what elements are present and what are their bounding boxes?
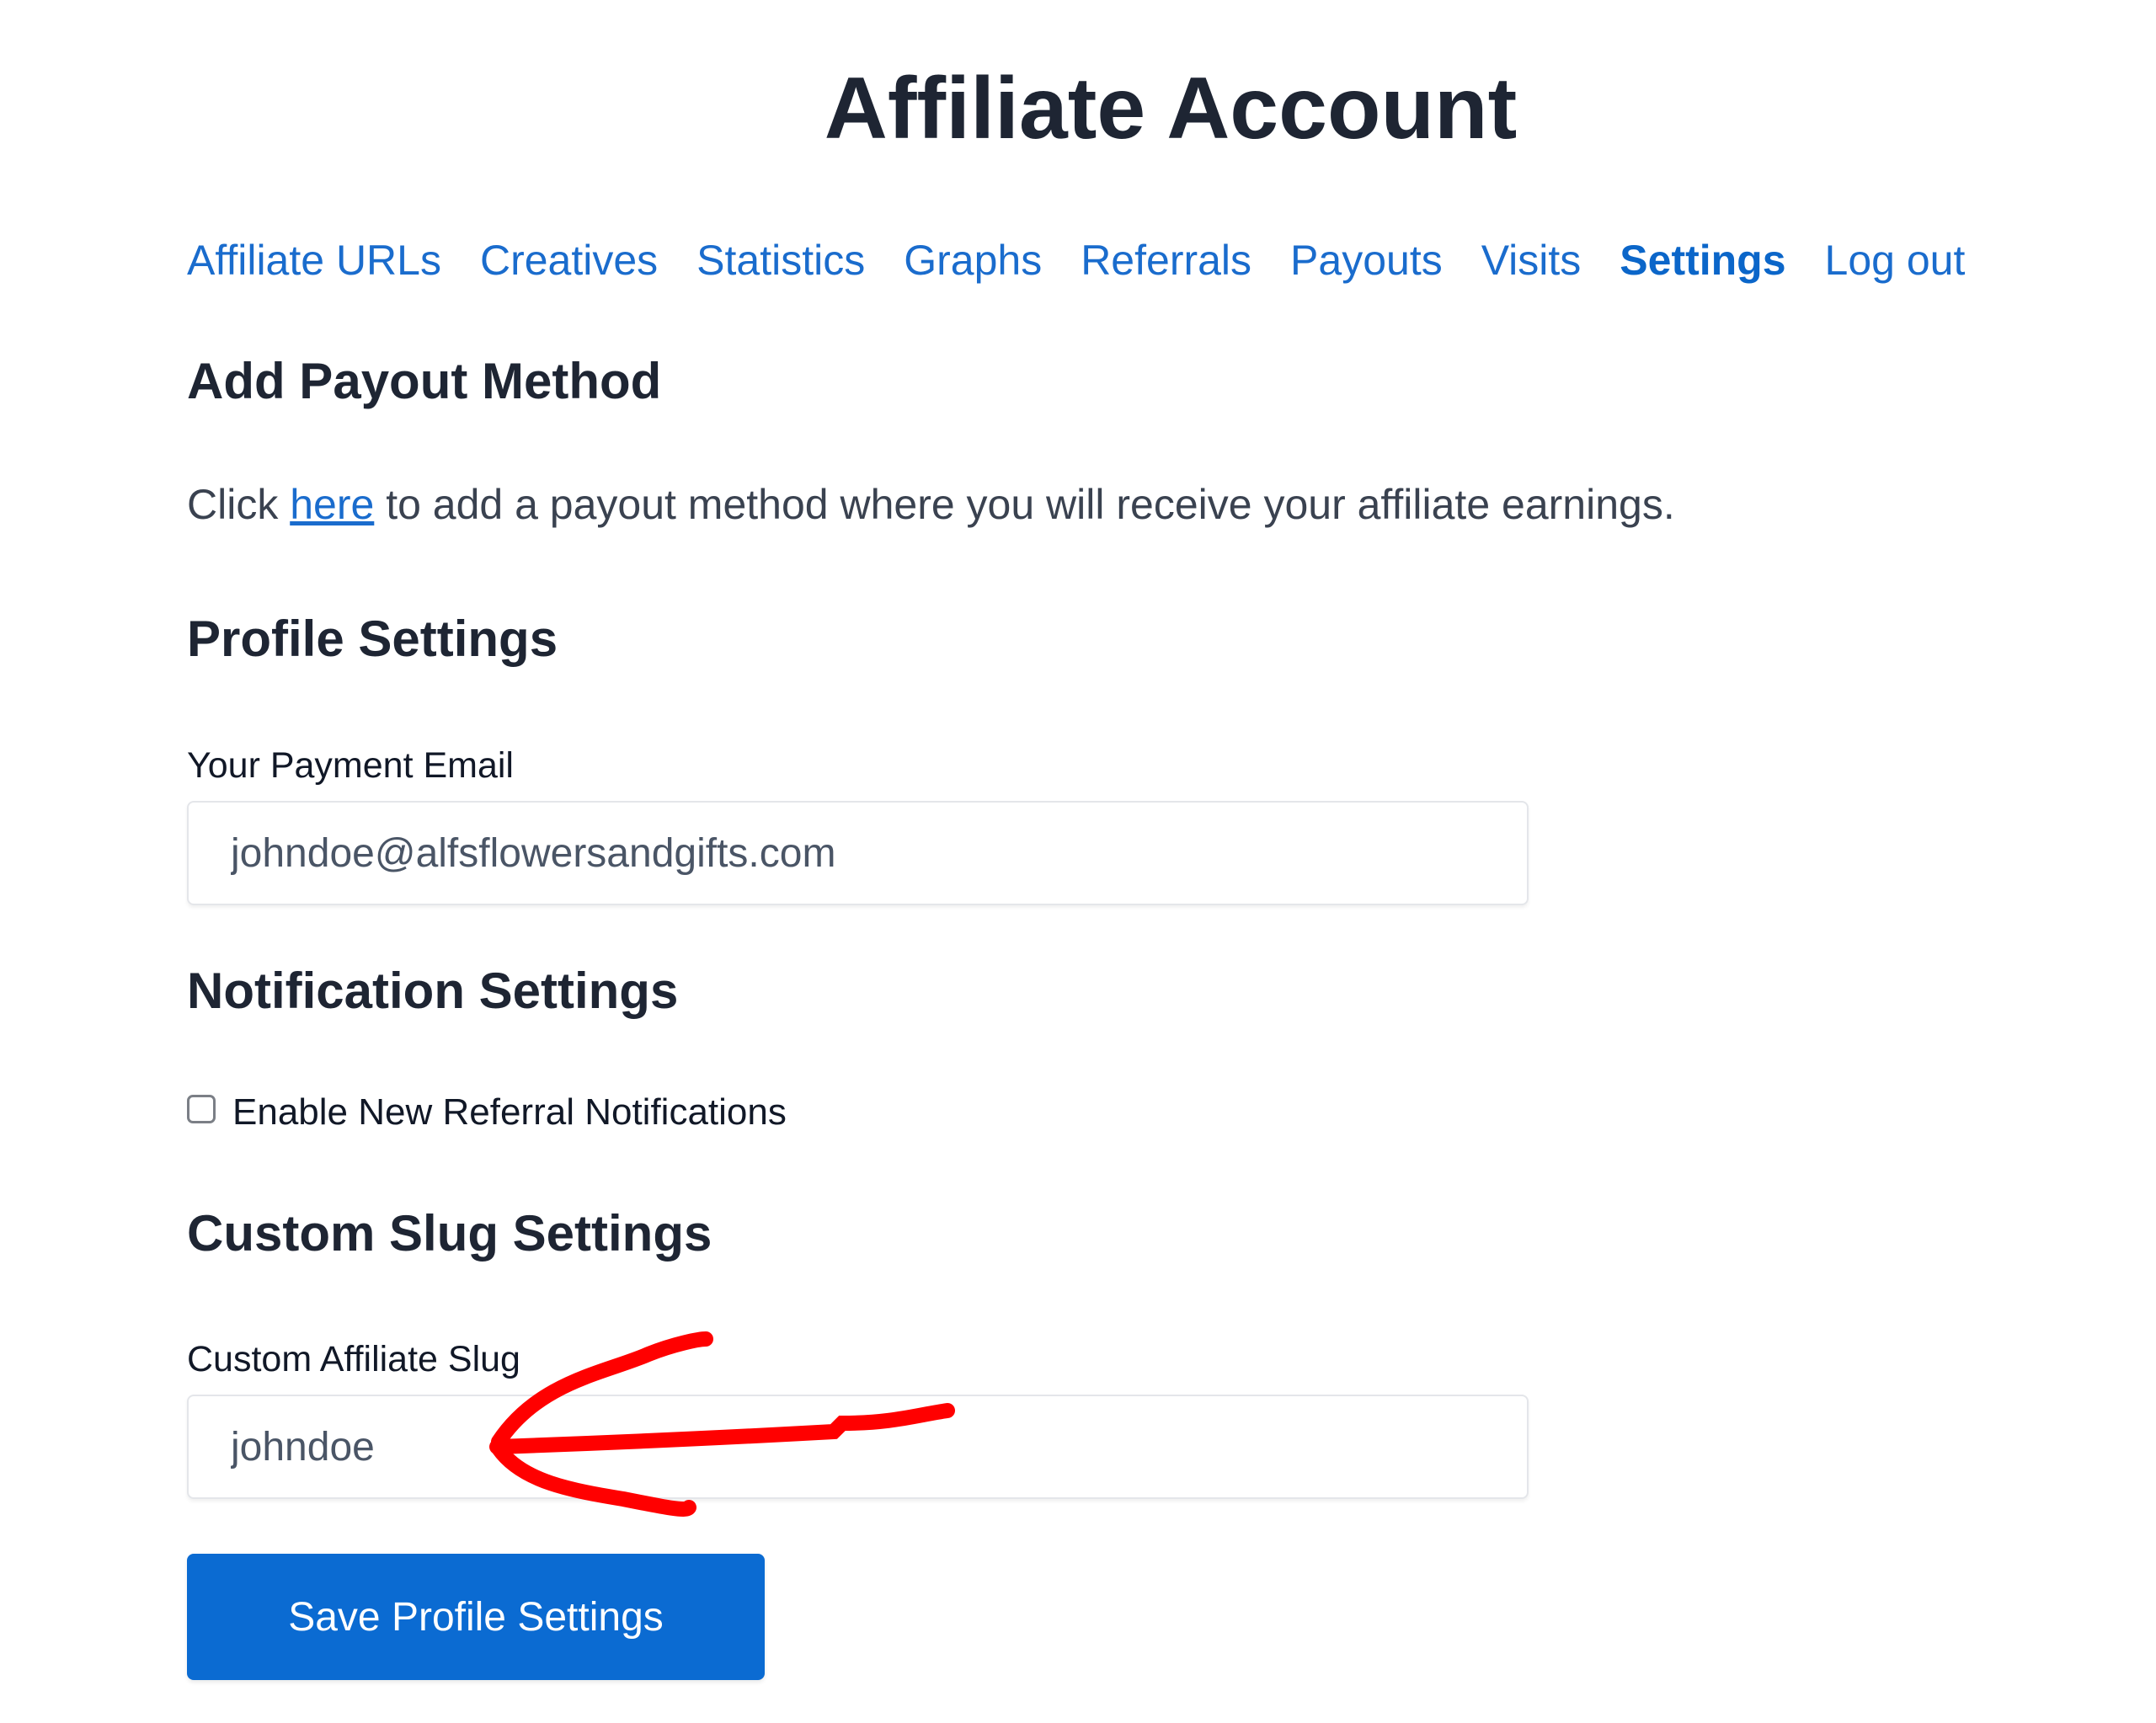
nav-creatives[interactable]: Creatives — [480, 236, 658, 285]
referral-notifications-checkbox[interactable] — [187, 1095, 216, 1123]
nav-settings[interactable]: Settings — [1620, 236, 1785, 285]
referral-notifications-label: Enable New Referral Notifications — [232, 1091, 787, 1133]
nav-affiliate-urls[interactable]: Affiliate URLs — [187, 236, 441, 285]
nav-graphs[interactable]: Graphs — [904, 236, 1042, 285]
payout-description: Click here to add a payout method where … — [187, 480, 1675, 529]
nav-referrals[interactable]: Referrals — [1081, 236, 1251, 285]
payout-text-after: to add a payout method where you will re… — [374, 481, 1675, 528]
slug-heading: Custom Slug Settings — [187, 1205, 712, 1262]
nav-payouts[interactable]: Payouts — [1290, 236, 1443, 285]
nav-log-out[interactable]: Log out — [1825, 236, 1966, 285]
notification-heading: Notification Settings — [187, 963, 679, 1019]
payment-email-input[interactable] — [187, 801, 1529, 905]
payout-text-before: Click — [187, 481, 291, 528]
nav-visits[interactable]: Visits — [1481, 236, 1582, 285]
custom-slug-input[interactable] — [187, 1395, 1529, 1499]
payout-heading: Add Payout Method — [187, 353, 662, 409]
custom-slug-label: Custom Affiliate Slug — [187, 1339, 520, 1379]
profile-heading: Profile Settings — [187, 611, 558, 667]
page-title: Affiliate Account — [824, 60, 1518, 157]
payment-email-label: Your Payment Email — [187, 745, 514, 786]
account-nav: Affiliate URLs Creatives Statistics Grap… — [187, 236, 2004, 285]
referral-notifications-option[interactable]: Enable New Referral Notifications — [187, 1091, 787, 1134]
nav-statistics[interactable]: Statistics — [696, 236, 865, 285]
add-payout-link[interactable]: here — [290, 481, 374, 528]
save-profile-settings-button[interactable]: Save Profile Settings — [187, 1554, 765, 1680]
